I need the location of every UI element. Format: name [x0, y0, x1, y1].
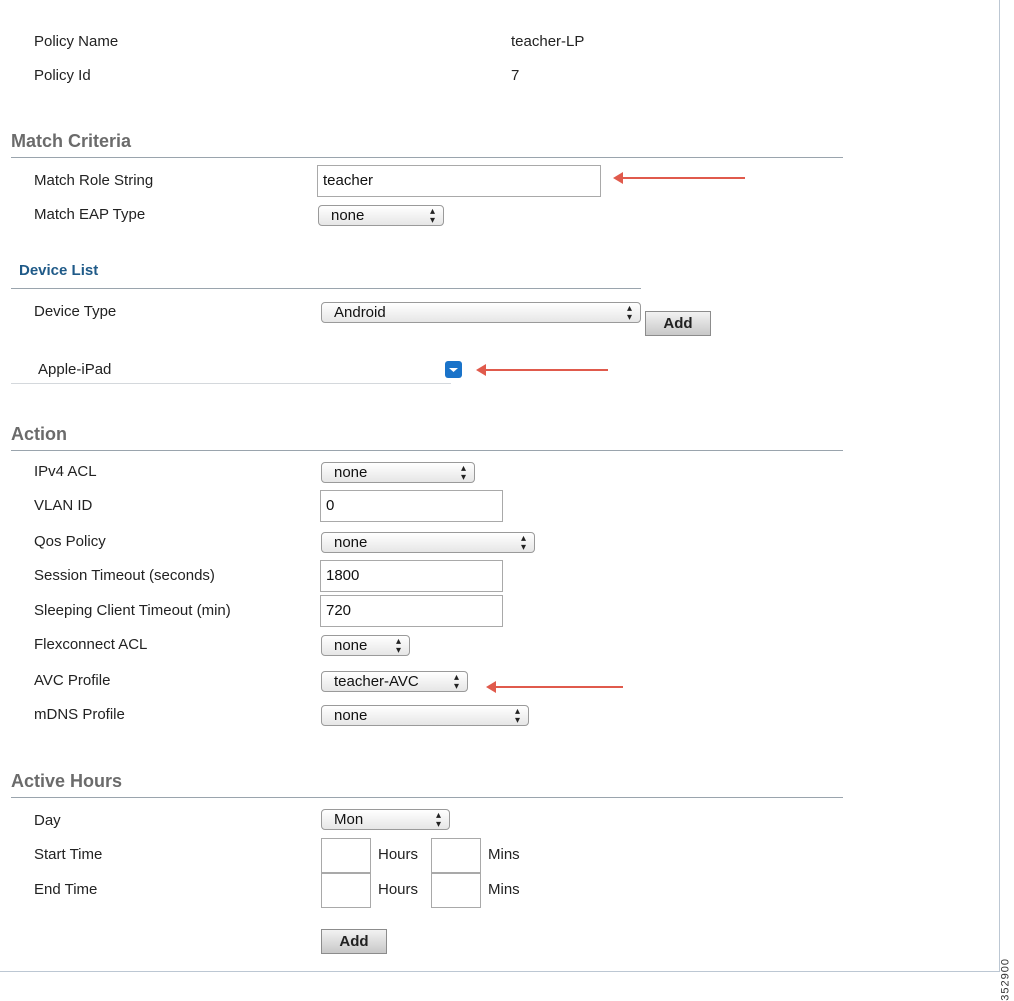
- mdns-profile-select[interactable]: none ▴ ▾: [321, 705, 529, 726]
- avc-profile-select[interactable]: teacher-AVC ▴ ▾: [321, 671, 468, 692]
- day-value: Mon: [334, 811, 364, 828]
- policy-name-value: teacher-LP: [511, 33, 585, 50]
- session-timeout-label: Session Timeout (seconds): [34, 567, 215, 584]
- policy-edit-panel: Policy Name teacher-LP Policy Id 7 Match…: [0, 0, 1000, 972]
- updown-arrows-icon: ▴ ▾: [453, 671, 459, 692]
- annotation-arrow-icon: [476, 364, 608, 376]
- qos-policy-label: Qos Policy: [34, 533, 106, 550]
- end-hours-input[interactable]: [321, 873, 371, 908]
- section-divider: [11, 157, 843, 158]
- flexconnect-acl-select[interactable]: none ▴ ▾: [321, 635, 410, 656]
- vlan-id-label: VLAN ID: [34, 497, 93, 514]
- annotation-arrow-icon: [486, 681, 623, 693]
- figure-id: 352900: [1000, 958, 1012, 1001]
- end-time-label: End Time: [34, 881, 98, 898]
- start-mins-label: Mins: [488, 846, 520, 863]
- policy-id-value: 7: [511, 67, 520, 84]
- flexconnect-acl-value: none: [334, 637, 368, 654]
- device-list-item: Apple-iPad: [38, 361, 112, 378]
- annotation-arrow-icon: [613, 172, 745, 184]
- start-hours-input[interactable]: [321, 838, 371, 873]
- vlan-id-input[interactable]: 0: [320, 490, 503, 522]
- active-hours-title: Active Hours: [11, 771, 123, 791]
- avc-profile-value: teacher-AVC: [334, 673, 419, 690]
- policy-name-label: Policy Name: [34, 33, 119, 50]
- device-type-label: Device Type: [34, 303, 117, 320]
- match-criteria-title: Match Criteria: [11, 131, 132, 151]
- end-mins-label: Mins: [488, 881, 520, 898]
- add-hours-button[interactable]: Add: [321, 929, 387, 954]
- qos-policy-value: none: [334, 534, 368, 551]
- updown-arrows-icon: ▴ ▾: [429, 205, 435, 226]
- section-divider: [11, 797, 843, 798]
- ipv4-acl-label: IPv4 ACL: [34, 463, 97, 480]
- device-type-value: Android: [334, 304, 386, 321]
- action-title: Action: [11, 424, 67, 444]
- updown-arrows-icon: ▴ ▾: [520, 532, 526, 553]
- start-time-label: Start Time: [34, 846, 103, 863]
- mdns-profile-label: mDNS Profile: [34, 706, 125, 723]
- sleeping-timeout-label: Sleeping Client Timeout (min): [34, 602, 231, 619]
- flexconnect-acl-label: Flexconnect ACL: [34, 636, 148, 653]
- qos-policy-select[interactable]: none ▴ ▾: [321, 532, 535, 553]
- match-eap-select[interactable]: none ▴ ▾: [318, 205, 444, 226]
- match-role-label: Match Role String: [34, 172, 154, 189]
- updown-arrows-icon: ▴ ▾: [514, 705, 520, 726]
- add-device-button[interactable]: Add: [645, 311, 711, 336]
- avc-profile-label: AVC Profile: [34, 672, 111, 689]
- device-list-title: Device List: [19, 262, 99, 279]
- ipv4-acl-value: none: [334, 464, 368, 481]
- start-hours-label: Hours: [378, 846, 419, 863]
- match-eap-value: none: [331, 207, 365, 224]
- item-divider: [11, 383, 451, 384]
- mdns-profile-value: none: [334, 707, 368, 724]
- match-role-input[interactable]: teacher: [317, 165, 601, 197]
- day-label: Day: [34, 812, 61, 829]
- day-select[interactable]: Mon ▴ ▾: [321, 809, 450, 830]
- chevron-down-icon[interactable]: [445, 361, 462, 378]
- updown-arrows-icon: ▴ ▾: [626, 302, 632, 323]
- updown-arrows-icon: ▴ ▾: [395, 635, 401, 656]
- device-type-select[interactable]: Android ▴ ▾: [321, 302, 641, 323]
- end-mins-input[interactable]: [431, 873, 481, 908]
- match-eap-label: Match EAP Type: [34, 206, 146, 223]
- section-divider: [11, 450, 843, 451]
- section-divider: [11, 288, 641, 289]
- ipv4-acl-select[interactable]: none ▴ ▾: [321, 462, 475, 483]
- start-mins-input[interactable]: [431, 838, 481, 873]
- session-timeout-input[interactable]: 1800: [320, 560, 503, 592]
- sleeping-timeout-input[interactable]: 720: [320, 595, 503, 627]
- updown-arrows-icon: ▴ ▾: [435, 809, 441, 830]
- updown-arrows-icon: ▴ ▾: [460, 462, 466, 483]
- end-hours-label: Hours: [378, 881, 419, 898]
- policy-id-label: Policy Id: [34, 67, 91, 84]
